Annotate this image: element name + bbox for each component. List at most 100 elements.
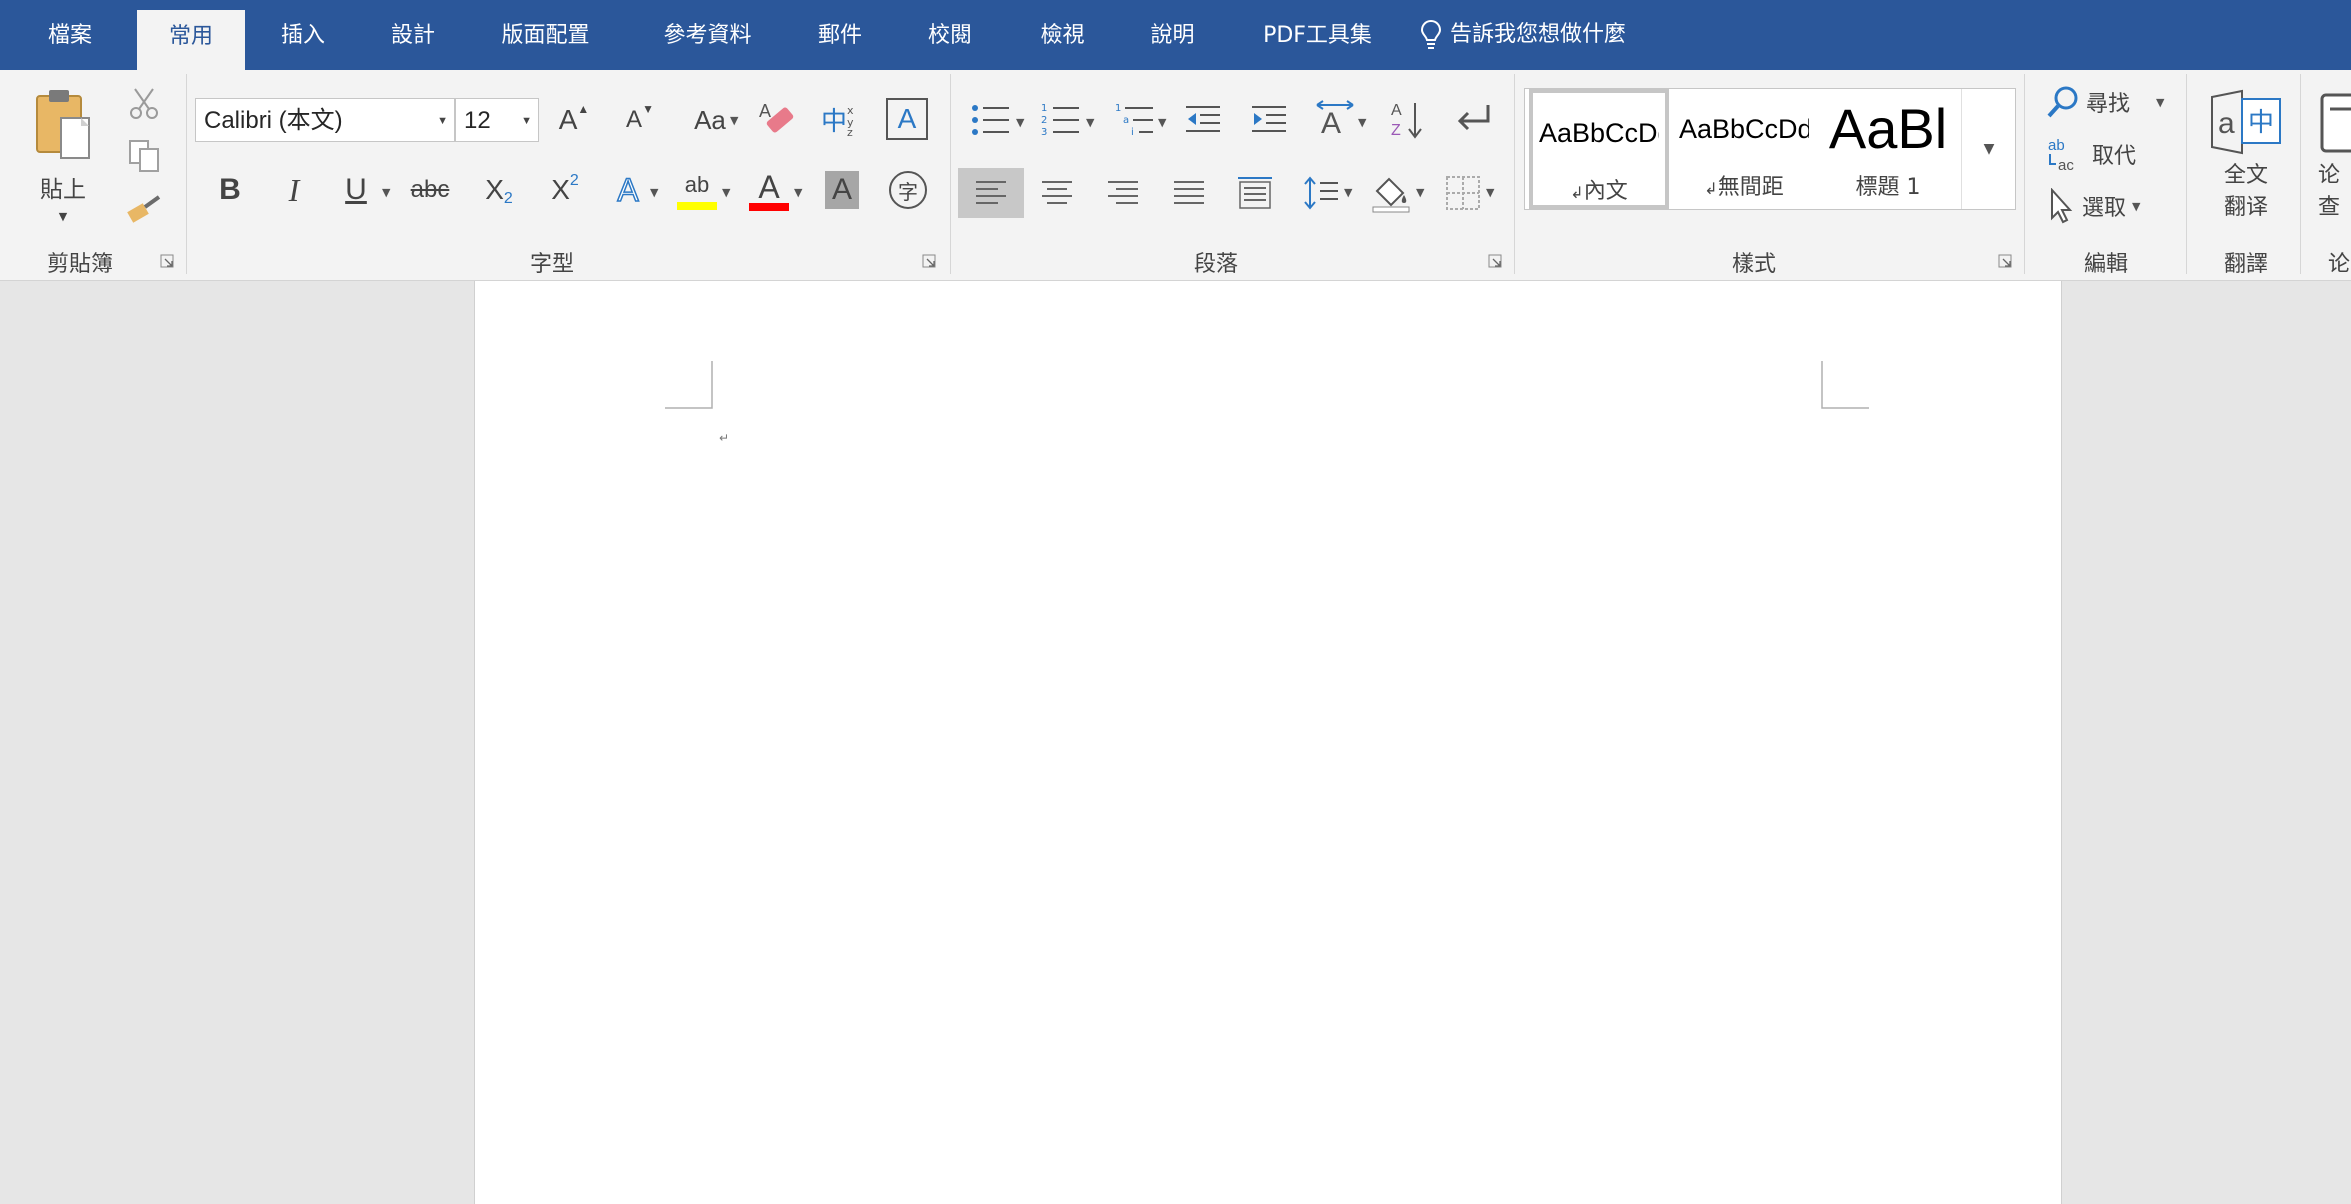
format-painter-button[interactable]: [124, 188, 164, 228]
partial-next-button[interactable]: 论 查: [2318, 80, 2351, 230]
font-name-dropdown-icon[interactable]: ▼: [437, 99, 448, 143]
strikethrough-button[interactable]: abc: [404, 168, 456, 212]
style-normal[interactable]: AaBbCcDd ↲內文: [1529, 89, 1669, 209]
styles-gallery-expand-icon[interactable]: ▼: [1961, 89, 2016, 209]
superscript-button[interactable]: X2: [540, 168, 590, 212]
scissors-icon: [130, 88, 158, 119]
tab-layout[interactable]: 版面配置: [478, 0, 613, 70]
numbering-icon: 1 2 3: [1041, 103, 1079, 138]
subscript-button[interactable]: X2: [474, 168, 524, 212]
bullets-dropdown-icon[interactable]: ▼: [1016, 116, 1024, 129]
full-text-translate-button[interactable]: a 中 全文 翻译: [2196, 80, 2296, 230]
svg-text:A: A: [759, 101, 771, 121]
svg-text:a: a: [1123, 115, 1129, 126]
clear-formatting-button[interactable]: A: [752, 96, 798, 142]
change-case-dropdown-icon[interactable]: ▼: [730, 114, 738, 127]
tab-design[interactable]: 設計: [368, 0, 458, 70]
shading-dropdown-icon[interactable]: ▼: [1416, 186, 1424, 199]
font-name-combo[interactable]: Calibri (本文) ▼: [195, 98, 455, 142]
asian-layout-icon: A: [1316, 100, 1354, 139]
grow-font-button[interactable]: A ▲: [552, 98, 596, 142]
margin-corner-top-left: [665, 361, 713, 409]
borders-button[interactable]: [1438, 168, 1488, 218]
align-left-button[interactable]: [958, 168, 1024, 218]
tell-me-search[interactable]: 告訴我您想做什麼: [1420, 0, 1740, 70]
highlight-color-button[interactable]: ab: [672, 166, 722, 216]
cut-button[interactable]: [124, 84, 164, 124]
group-label-styles: 樣式: [1731, 252, 1777, 277]
bold-button[interactable]: B: [208, 168, 252, 212]
font-color-button[interactable]: A: [744, 166, 794, 216]
styles-dialog-launcher-icon[interactable]: [1998, 254, 2012, 268]
shading-button[interactable]: [1366, 168, 1416, 218]
line-spacing-button[interactable]: [1298, 168, 1344, 218]
tab-help[interactable]: 說明: [1130, 0, 1215, 70]
paragraph-dialog-launcher-icon[interactable]: [1488, 254, 1502, 268]
numbering-dropdown-icon[interactable]: ▼: [1086, 116, 1094, 129]
tab-home[interactable]: 常用: [137, 10, 245, 70]
numbering-button[interactable]: 1 2 3: [1036, 98, 1086, 142]
font-size-combo[interactable]: 12 ▼: [455, 98, 539, 142]
highlight-dropdown-icon[interactable]: ▼: [722, 186, 730, 199]
tab-file[interactable]: 檔案: [0, 0, 140, 70]
tab-references[interactable]: 參考資料: [640, 0, 775, 70]
align-right-button[interactable]: [1100, 168, 1146, 218]
align-center-button[interactable]: [1034, 168, 1080, 218]
underline-dropdown-icon[interactable]: ▼: [382, 186, 390, 199]
select-button[interactable]: 選取 ▼: [2046, 186, 2176, 226]
tab-mailings[interactable]: 郵件: [800, 0, 880, 70]
underline-button[interactable]: U: [334, 168, 378, 212]
group-separator: [2024, 74, 2025, 274]
copy-button[interactable]: [124, 136, 164, 176]
italic-button[interactable]: I: [272, 168, 316, 212]
shrink-font-icon: A: [626, 106, 643, 133]
style-heading-1[interactable]: AaBl 標題 1: [1817, 89, 1959, 209]
paste-dropdown-arrow[interactable]: ▼: [59, 210, 67, 223]
text-effects-button[interactable]: A: [604, 166, 652, 214]
down-caret-icon: ▼: [642, 102, 654, 116]
document-page[interactable]: ↵: [474, 281, 2062, 1204]
tab-view[interactable]: 檢視: [1020, 0, 1105, 70]
enclose-characters-button[interactable]: 字: [886, 168, 930, 212]
increase-indent-button[interactable]: [1246, 98, 1292, 142]
sort-button[interactable]: A Z: [1384, 96, 1430, 142]
distributed-button[interactable]: [1232, 168, 1278, 218]
borders-dropdown-icon[interactable]: ▼: [1486, 186, 1494, 199]
font-color-icon: A: [758, 169, 780, 205]
paste-button[interactable]: 貼上 ▼: [20, 80, 106, 230]
font-size-dropdown-icon[interactable]: ▼: [521, 99, 532, 143]
borders-icon: [1446, 176, 1480, 210]
find-dropdown-icon[interactable]: ▼: [2156, 96, 2164, 109]
text-effects-dropdown-icon[interactable]: ▼: [650, 186, 658, 199]
style-no-spacing[interactable]: AaBbCcDd ↲無間距: [1673, 89, 1815, 209]
font-dialog-launcher-icon[interactable]: [922, 254, 936, 268]
show-hide-marks-button[interactable]: [1450, 96, 1496, 142]
select-label: 選取: [2082, 196, 2127, 221]
paragraph-return-icon: ↲: [1570, 183, 1584, 202]
asian-layout-button[interactable]: A: [1310, 96, 1360, 142]
character-border-button[interactable]: A: [884, 96, 930, 142]
tab-review[interactable]: 校閱: [910, 0, 990, 70]
character-shading-button[interactable]: A: [820, 168, 864, 212]
justify-button[interactable]: [1166, 168, 1212, 218]
font-color-swatch: [749, 203, 789, 211]
shrink-font-button[interactable]: A ▼: [618, 98, 662, 142]
change-case-button[interactable]: Aa: [684, 98, 736, 142]
svg-text:2: 2: [1041, 115, 1047, 126]
asian-layout-dropdown-icon[interactable]: ▼: [1358, 116, 1366, 129]
svg-text:Z: Z: [1391, 122, 1401, 139]
tab-pdf-tools[interactable]: PDF工具集: [1250, 0, 1385, 70]
decrease-indent-button[interactable]: [1180, 98, 1226, 142]
replace-button[interactable]: ab ac 取代: [2046, 134, 2176, 174]
sort-az-icon: A Z: [1391, 102, 1422, 139]
tab-insert[interactable]: 插入: [258, 0, 348, 70]
font-color-dropdown-icon[interactable]: ▼: [794, 186, 802, 199]
select-dropdown-icon[interactable]: ▼: [2132, 200, 2140, 213]
clipboard-dialog-launcher-icon[interactable]: [160, 254, 174, 268]
bullets-button[interactable]: [966, 98, 1016, 142]
line-spacing-dropdown-icon[interactable]: ▼: [1344, 186, 1352, 199]
multilevel-list-button[interactable]: 1 a i: [1110, 98, 1160, 142]
phonetic-guide-button[interactable]: 中 xyz: [818, 96, 864, 142]
multilevel-dropdown-icon[interactable]: ▼: [1158, 116, 1166, 129]
distributed-icon: [1238, 177, 1272, 209]
